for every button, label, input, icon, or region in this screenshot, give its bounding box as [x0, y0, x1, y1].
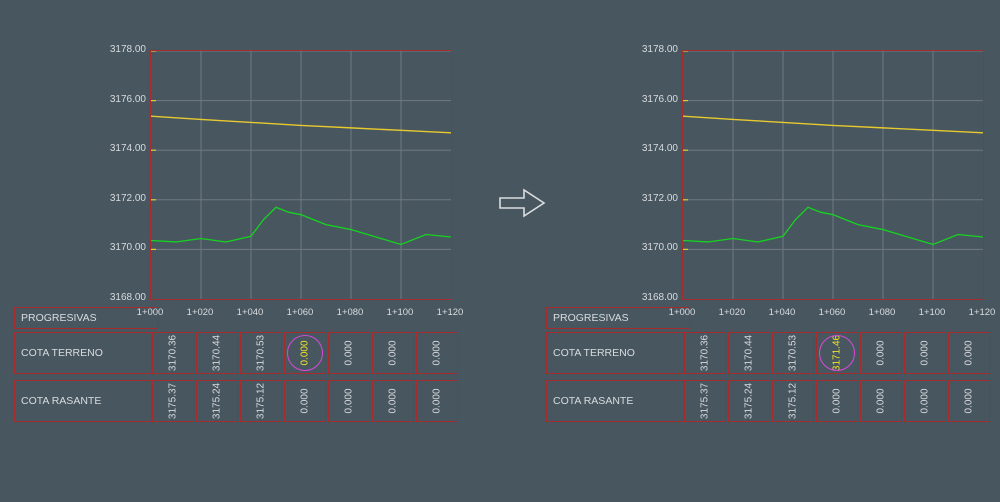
cell-value: 3170.53 [256, 335, 267, 371]
cell-rasante-4: 0.000 [328, 380, 370, 422]
cell-terreno-2: 3170.53 [772, 332, 814, 374]
x-axis-row: PROGRESIVAS1+0001+0201+0401+0601+0801+10… [10, 303, 460, 329]
x-axis-label: 1+000 [129, 307, 171, 318]
cell-value: 3175.12 [788, 383, 799, 419]
cell-value: 0.000 [920, 340, 931, 365]
cell-terreno-6: 0.000 [948, 332, 990, 374]
cell-value: 0.000 [388, 340, 399, 365]
cell-rasante-6: 0.000 [416, 380, 458, 422]
cell-terreno-4: 0.000 [860, 332, 902, 374]
x-axis-label: 1+100 [911, 307, 953, 318]
cell-rasante-1: 3175.24 [196, 380, 238, 422]
x-axis-label: 1+080 [329, 307, 371, 318]
cell-value: 0.000 [964, 340, 975, 365]
cell-value: 0.000 [876, 388, 887, 413]
x-axis-label: 1+120 [961, 307, 1000, 318]
cell-value: 0.000 [832, 388, 843, 413]
cell-value: 0.000 [876, 340, 887, 365]
y-axis-label: 3176.00 [86, 94, 146, 105]
cell-rasante-0: 3175.37 [152, 380, 194, 422]
x-axis-label: 1+100 [379, 307, 421, 318]
y-axis-label: 3174.00 [618, 143, 678, 154]
y-axis-label: 3176.00 [618, 94, 678, 105]
row-rasante: COTA RASANTE 3175.37 3175.24 3175.12 0.000 0.… [14, 380, 458, 428]
x-axis-label: 1+020 [711, 307, 753, 318]
cell-value: 3170.44 [212, 335, 223, 371]
cell-value: 3175.12 [256, 383, 267, 419]
cell-terreno-5: 0.000 [904, 332, 946, 374]
x-axis-label: 1+060 [279, 307, 321, 318]
terreno-header: COTA TERRENO [546, 332, 684, 374]
cell-terreno-3: 3171.46 [816, 332, 858, 374]
rasante-header: COTA RASANTE [546, 380, 684, 422]
cell-rasante-5: 0.000 [904, 380, 946, 422]
x-axis-label: 1+040 [229, 307, 271, 318]
cell-terreno-4: 0.000 [328, 332, 370, 374]
y-axis-label: 3168.00 [618, 292, 678, 303]
x-axis-label: 1+000 [661, 307, 703, 318]
y-axis-label: 3170.00 [86, 242, 146, 253]
cell-rasante-1: 3175.24 [728, 380, 770, 422]
y-axis-label: 3172.00 [618, 193, 678, 204]
stage: 3178.00 3176.00 3174.00 3172.00 3170.00 3168.… [0, 0, 1000, 502]
y-axis-label: 3170.00 [618, 242, 678, 253]
cell-terreno-5: 0.000 [372, 332, 414, 374]
rasante-header: COTA RASANTE [14, 380, 152, 422]
cell-value: 0.000 [432, 340, 443, 365]
cell-value: 3170.36 [700, 335, 711, 371]
cell-terreno-0: 3170.36 [152, 332, 194, 374]
cell-value: 3171.46 [832, 335, 843, 371]
cell-value: 0.000 [344, 388, 355, 413]
y-axis-label: 3168.00 [86, 292, 146, 303]
cell-value: 0.000 [964, 388, 975, 413]
cell-rasante-6: 0.000 [948, 380, 990, 422]
cell-rasante-2: 3175.12 [240, 380, 282, 422]
cell-terreno-6: 0.000 [416, 332, 458, 374]
cell-value: 0.000 [432, 388, 443, 413]
x-axis-label: 1+120 [429, 307, 471, 318]
cell-terreno-1: 3170.44 [196, 332, 238, 374]
cell-rasante-3: 0.000 [284, 380, 326, 422]
cell-rasante-3: 0.000 [816, 380, 858, 422]
x-axis-row: PROGRESIVAS1+0001+0201+0401+0601+0801+10… [542, 303, 992, 329]
cell-value: 3170.44 [744, 335, 755, 371]
cell-value: 3175.37 [700, 383, 711, 419]
row-terreno: COTA TERRENO 3170.36 3170.44 3170.53 3171.46… [546, 332, 990, 380]
y-axis-label: 3172.00 [86, 193, 146, 204]
cell-value: 0.000 [344, 340, 355, 365]
chart-box [150, 50, 452, 300]
cell-rasante-4: 0.000 [860, 380, 902, 422]
cell-terreno-3: 0.000 [284, 332, 326, 374]
cell-value: 0.000 [300, 388, 311, 413]
x-axis-label: 1+080 [861, 307, 903, 318]
cell-value: 0.000 [300, 340, 311, 365]
cell-value: 0.000 [920, 388, 931, 413]
x-axis-label: 1+060 [811, 307, 853, 318]
x-axis-label: 1+020 [179, 307, 221, 318]
cell-terreno-1: 3170.44 [728, 332, 770, 374]
cell-value: 3175.24 [744, 383, 755, 419]
cell-value: 3170.36 [168, 335, 179, 371]
x-axis-label: 1+040 [761, 307, 803, 318]
terreno-header: COTA TERRENO [14, 332, 152, 374]
cell-rasante-2: 3175.12 [772, 380, 814, 422]
row-rasante: COTA RASANTE 3175.37 3175.24 3175.12 0.000 0.… [546, 380, 990, 428]
cell-terreno-0: 3170.36 [684, 332, 726, 374]
arrow-icon [498, 186, 548, 220]
chart-box [682, 50, 984, 300]
row-terreno: COTA TERRENO 3170.36 3170.44 3170.53 0.000 0.… [14, 332, 458, 380]
y-axis-label: 3174.00 [86, 143, 146, 154]
y-axis-label: 3178.00 [618, 44, 678, 55]
cell-rasante-5: 0.000 [372, 380, 414, 422]
cell-terreno-2: 3170.53 [240, 332, 282, 374]
cell-value: 3175.37 [168, 383, 179, 419]
cell-value: 0.000 [388, 388, 399, 413]
cell-value: 3170.53 [788, 335, 799, 371]
y-axis-label: 3178.00 [86, 44, 146, 55]
cell-rasante-0: 3175.37 [684, 380, 726, 422]
cell-value: 3175.24 [212, 383, 223, 419]
